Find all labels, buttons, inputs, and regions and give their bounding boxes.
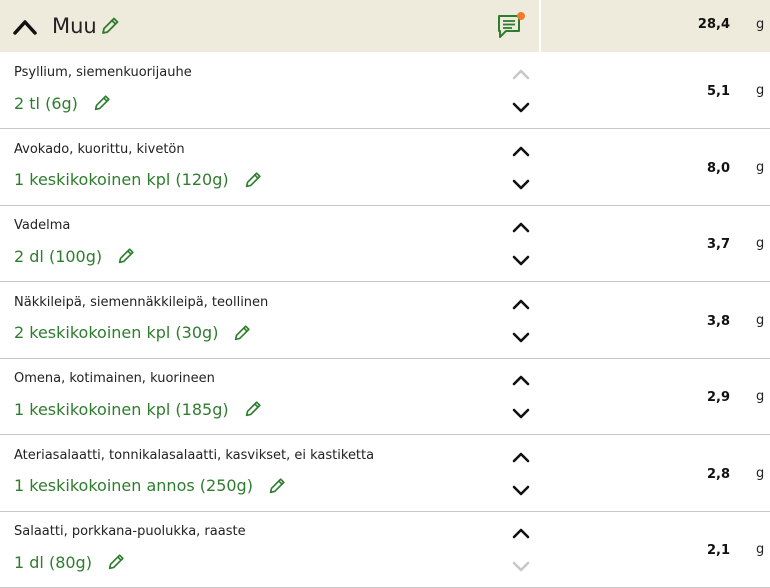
food-item-amount-text[interactable]: 2 keskikokoinen kpl (30g): [14, 323, 218, 342]
move-down-button[interactable]: [510, 99, 532, 117]
food-item-amount[interactable]: 1 keskikokoinen kpl (185g): [14, 399, 263, 419]
chevron-up-icon: [510, 448, 532, 466]
chevron-down-icon: [510, 558, 532, 576]
move-up-button[interactable]: [510, 142, 532, 160]
food-item-value: 2,1: [706, 543, 730, 558]
food-item-amount[interactable]: 2 tl (6g): [14, 93, 112, 113]
pencil-icon: [102, 17, 119, 34]
pencil-icon: [116, 246, 136, 266]
food-item-value: 8,0: [706, 160, 730, 176]
move-down-button[interactable]: [510, 558, 532, 576]
food-item-value: 3,7: [706, 237, 730, 252]
food-item-name: Omena, kotimainen, kuorineen: [14, 371, 215, 386]
food-item-unit: g: [756, 389, 765, 404]
edit-amount-button[interactable]: [232, 323, 252, 343]
section-total-unit: g: [756, 17, 765, 32]
food-item-unit: g: [756, 542, 765, 557]
move-up-button[interactable]: [510, 524, 532, 542]
food-item-amount[interactable]: 2 keskikokoinen kpl (30g): [14, 323, 252, 343]
food-item-row: Psyllium, siemenkuorijauhe 2 tl (6g) 5,1 g: [0, 53, 770, 129]
edit-amount-button[interactable]: [267, 476, 287, 496]
section-title: Muu: [52, 14, 97, 38]
chevron-up-icon: [510, 371, 532, 389]
food-item-amount[interactable]: 1 keskikokoinen annos (250g): [14, 476, 287, 496]
move-down-button[interactable]: [510, 329, 532, 347]
food-item-unit: g: [756, 312, 765, 328]
food-item-name: Näkkileipä, siemennäkkileipä, teollinen: [14, 294, 269, 310]
move-up-button[interactable]: [510, 295, 532, 313]
chevron-up-icon: [510, 65, 532, 83]
pencil-icon: [92, 93, 112, 113]
chevron-up-icon: [510, 295, 532, 313]
food-item-name: Ateriasalaatti, tonnikalasalaatti, kasvi…: [14, 447, 375, 463]
food-item-unit: g: [756, 465, 765, 481]
move-up-button[interactable]: [510, 65, 532, 83]
move-down-button[interactable]: [510, 405, 532, 423]
food-item-row: Salaatti, porkkana-puolukka, raaste 1 dl …: [0, 512, 770, 588]
food-item-name: Psyllium, siemenkuorijauhe: [14, 65, 192, 80]
column-divider: [539, 0, 541, 52]
food-item-value: 2,9: [706, 390, 730, 405]
edit-amount-button[interactable]: [116, 246, 136, 266]
comment-button[interactable]: [496, 12, 526, 40]
chevron-down-icon: [510, 329, 532, 347]
food-item-value: 3,8: [706, 313, 730, 329]
chevron-up-icon: [13, 20, 37, 35]
move-down-button[interactable]: [510, 176, 532, 194]
pencil-icon: [106, 552, 126, 572]
chevron-up-icon: [510, 524, 532, 542]
move-up-button[interactable]: [510, 448, 532, 466]
food-item-unit: g: [756, 236, 765, 251]
food-item-amount-text[interactable]: 1 dl (80g): [14, 553, 92, 572]
pencil-icon: [267, 476, 287, 496]
pencil-icon: [243, 170, 263, 190]
chevron-down-icon: [510, 405, 532, 423]
food-item-amount-text[interactable]: 1 keskikokoinen kpl (185g): [14, 400, 229, 419]
chevron-down-icon: [510, 176, 532, 194]
food-item-amount-text[interactable]: 2 tl (6g): [14, 94, 78, 113]
food-item-amount[interactable]: 2 dl (100g): [14, 246, 136, 266]
edit-section-title-button[interactable]: [99, 15, 121, 37]
food-item-name: Vadelma: [14, 218, 71, 233]
food-item-name: Salaatti, porkkana-puolukka, raaste: [14, 524, 246, 539]
section-header: Muu 28,4 g: [0, 0, 770, 52]
food-item-row: Omena, kotimainen, kuorineen 1 keskikokoi…: [0, 359, 770, 435]
food-item-row: Ateriasalaatti, tonnikalasalaatti, kasvi…: [0, 436, 770, 512]
edit-amount-button[interactable]: [92, 93, 112, 113]
move-up-button[interactable]: [510, 218, 532, 236]
food-item-unit: g: [756, 83, 765, 98]
edit-amount-button[interactable]: [243, 399, 263, 419]
food-item-row: Näkkileipä, siemennäkkileipä, teollinen 2…: [0, 283, 770, 359]
move-down-button[interactable]: [510, 482, 532, 500]
food-item-value: 2,8: [706, 466, 730, 482]
section-total-value: 28,4: [697, 17, 730, 32]
move-down-button[interactable]: [510, 252, 532, 270]
collapse-toggle-button[interactable]: [10, 12, 40, 40]
food-item-amount[interactable]: 1 keskikokoinen kpl (120g): [14, 170, 263, 190]
chevron-down-icon: [510, 99, 532, 117]
food-item-amount[interactable]: 1 dl (80g): [14, 552, 126, 572]
chevron-down-icon: [510, 252, 532, 270]
food-item-name: Avokado, kuorittu, kivetön: [14, 141, 185, 157]
food-item-value: 5,1: [706, 84, 730, 99]
food-item-row: Avokado, kuorittu, kivetön 1 keskikokoine…: [0, 130, 770, 206]
chevron-up-icon: [510, 142, 532, 160]
food-item-row: Vadelma 2 dl (100g) 3,7 g: [0, 206, 770, 282]
food-item-unit: g: [756, 159, 765, 175]
notification-dot: [517, 12, 525, 20]
edit-amount-button[interactable]: [106, 552, 126, 572]
move-up-button[interactable]: [510, 371, 532, 389]
food-item-amount-text[interactable]: 1 keskikokoinen kpl (120g): [14, 170, 229, 189]
pencil-icon: [243, 399, 263, 419]
food-item-amount-text[interactable]: 1 keskikokoinen annos (250g): [14, 476, 253, 495]
pencil-icon: [232, 323, 252, 343]
food-item-amount-text[interactable]: 2 dl (100g): [14, 247, 102, 266]
edit-amount-button[interactable]: [243, 170, 263, 190]
chevron-down-icon: [510, 482, 532, 500]
chevron-up-icon: [510, 218, 532, 236]
